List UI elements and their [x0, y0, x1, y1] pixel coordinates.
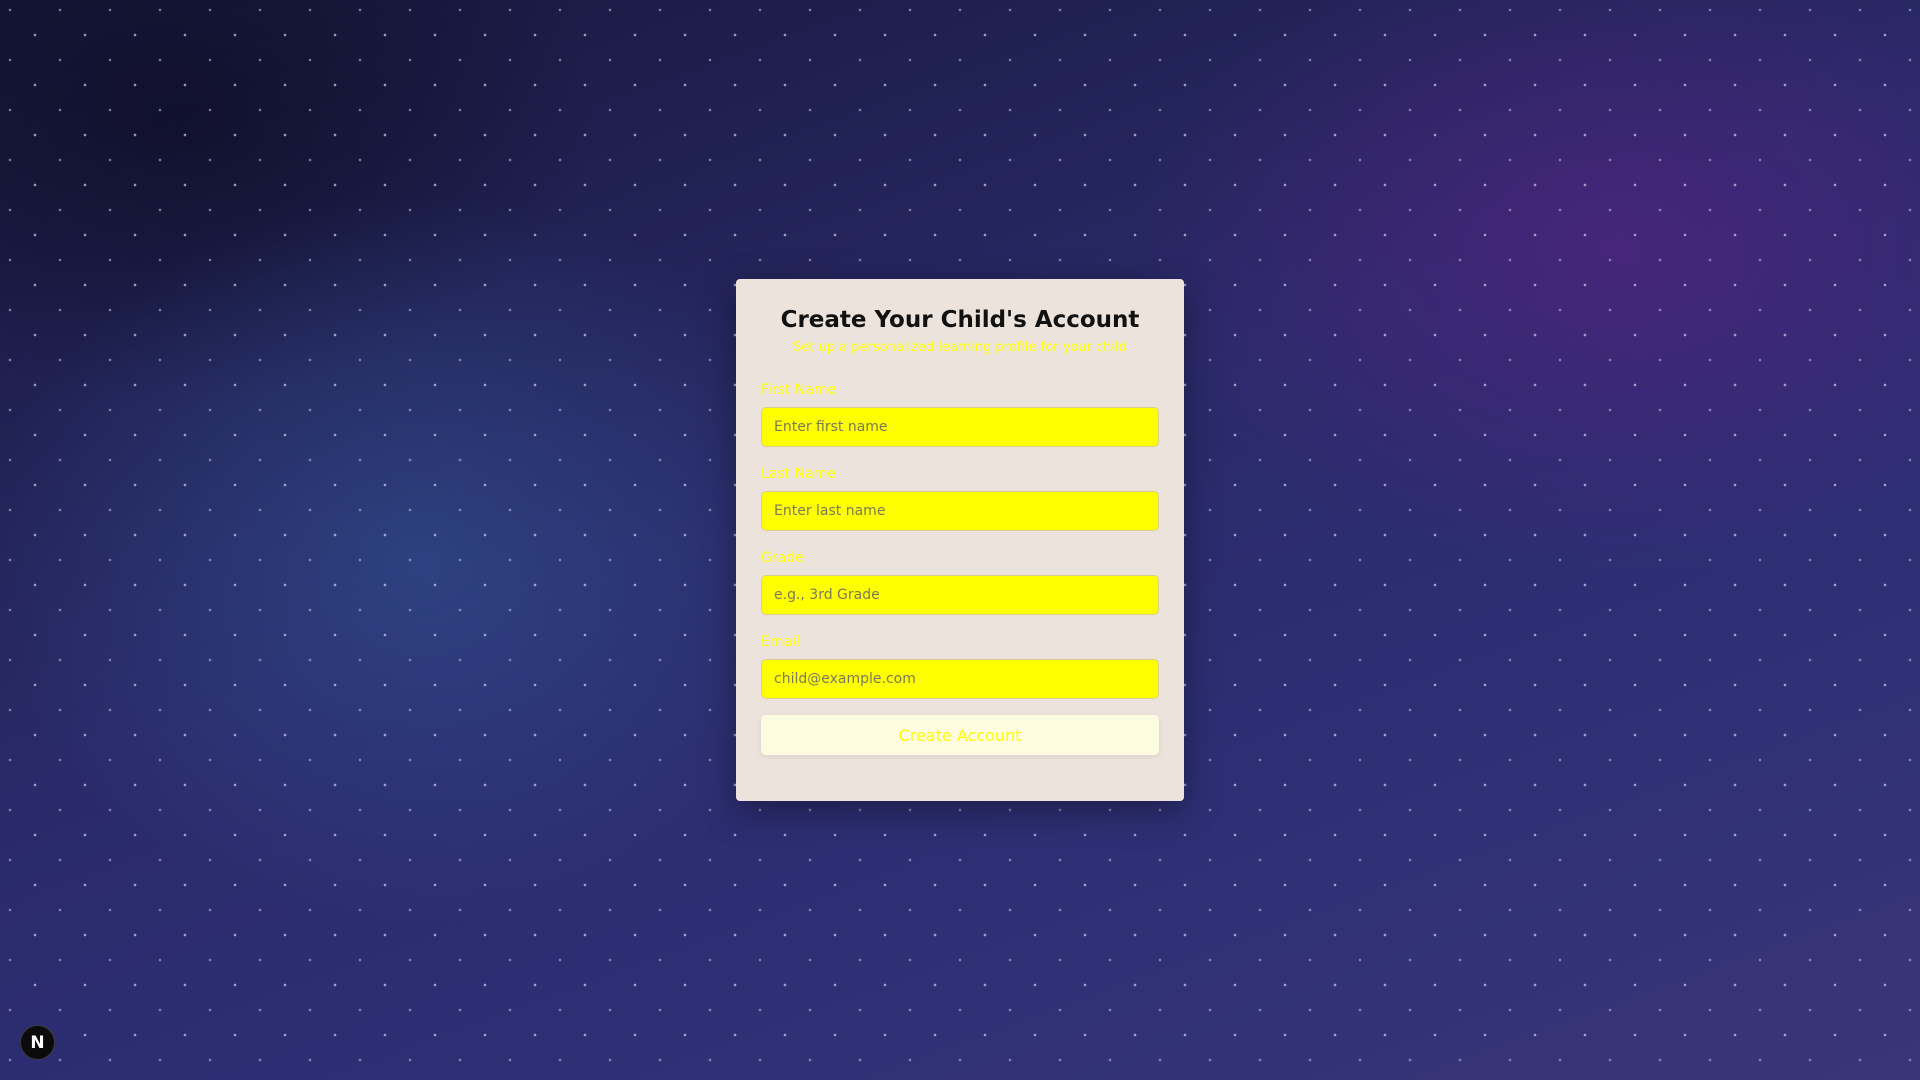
dev-tools-badge[interactable]: N — [20, 1025, 55, 1060]
first-name-input[interactable] — [761, 407, 1159, 447]
email-input[interactable] — [761, 659, 1159, 699]
last-name-label: Last Name — [761, 466, 836, 482]
email-field-group: Email — [761, 633, 1159, 699]
create-account-button[interactable]: Create Account — [761, 715, 1159, 755]
first-name-label: First Name — [761, 382, 837, 398]
dev-badge-letter: N — [30, 1032, 45, 1053]
email-label: Email — [761, 634, 800, 650]
first-name-field-group: First Name — [761, 381, 1159, 447]
last-name-input[interactable] — [761, 491, 1159, 531]
grade-label: Grade — [761, 550, 804, 566]
form-title: Create Your Child's Account — [780, 307, 1140, 333]
grade-input[interactable] — [761, 575, 1159, 615]
grade-field-group: Grade — [761, 549, 1159, 615]
last-name-field-group: Last Name — [761, 465, 1159, 531]
form-subtitle: Set up a personalized learning profile f… — [793, 340, 1127, 355]
create-account-card: Create Your Child's Account Set up a per… — [736, 279, 1184, 801]
